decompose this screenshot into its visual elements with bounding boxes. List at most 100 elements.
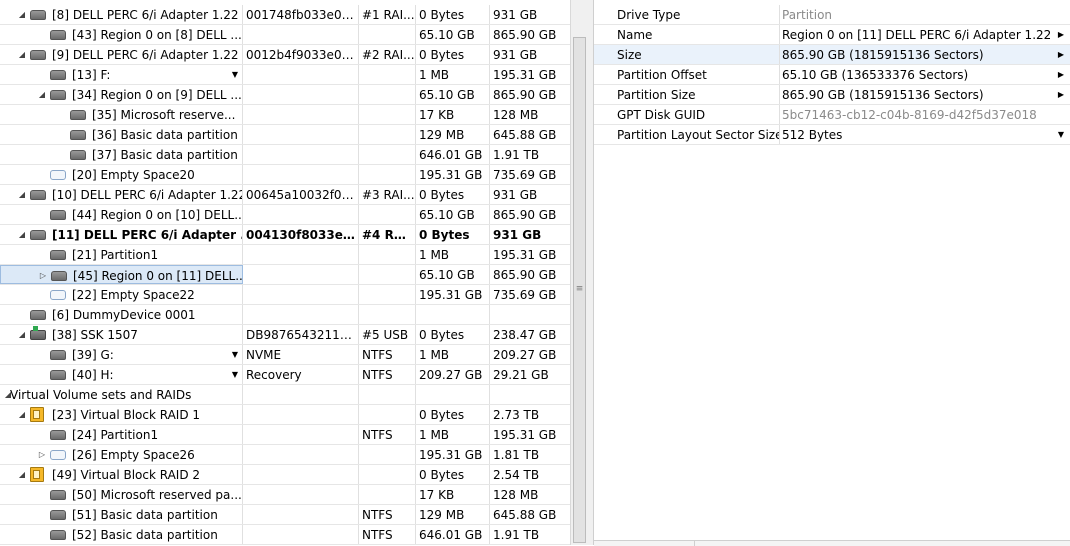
tree-row[interactable]: ◢ [10] DELL PERC 6/i Adapter 1.22 00645a10…	[0, 185, 570, 205]
tree-row-name-cell[interactable]: ◢ [34] Region 0 on [9] DELL ...	[0, 85, 243, 104]
tree-row-name-cell[interactable]: ◢ [38] SSK 1507	[0, 325, 243, 344]
tree-row[interactable]: [43] Region 0 on [8] DELL ... 65.10 GB 865…	[0, 25, 570, 45]
partition-icon	[70, 130, 86, 140]
tree-row-label: [22] Empty Space22	[72, 288, 195, 302]
tree-row-name-cell[interactable]: [43] Region 0 on [8] DELL ...	[0, 25, 243, 44]
tree-row[interactable]: ▷ [26] Empty Space26 195.31 GB 1.81 TB	[0, 445, 570, 465]
tree-row-name-cell[interactable]: [51] Basic data partition	[0, 505, 243, 524]
tree-row-name-cell[interactable]: [13] F: ▼	[0, 65, 243, 84]
collapse-arrow-icon[interactable]: ◢	[16, 405, 28, 424]
expand-arrow-icon[interactable]: ▶	[1058, 85, 1064, 104]
tree-row[interactable]: ◢ Virtual Volume sets and RAIDs	[0, 385, 570, 405]
property-value[interactable]: 865.90 GB (1815915136 Sectors)	[780, 45, 1050, 64]
dropdown-arrow-icon[interactable]: ▼	[1058, 125, 1064, 144]
tree-vertical-scrollbar[interactable]: ≡	[570, 0, 588, 545]
tree-row-label: [52] Basic data partition	[72, 528, 218, 542]
property-value[interactable]: Region 0 on [11] DELL PERC 6/i Adapter 1…	[780, 25, 1050, 44]
tree-row-name-cell[interactable]: ◢ [11] DELL PERC 6/i Adapter ...	[0, 225, 243, 244]
tree-row-fs-cell	[359, 305, 416, 324]
tree-row[interactable]: ◢ [34] Region 0 on [9] DELL ... 65.10 GB 86…	[0, 85, 570, 105]
tree-row[interactable]: [37] Basic data partition 646.01 GB 1.91 T…	[0, 145, 570, 165]
property-value[interactable]: 5bc71463-cb12-c04b-8169-d42f5d37e018	[780, 105, 1050, 124]
tree-row-name-cell[interactable]: [35] Microsoft reserve...	[0, 105, 243, 124]
tree-row[interactable]: [35] Microsoft reserve... 17 KB 128 MB	[0, 105, 570, 125]
tree-row-name-cell[interactable]: ◢ [10] DELL PERC 6/i Adapter 1.22	[0, 185, 243, 204]
tree-row[interactable]: [6] DummyDevice 0001	[0, 305, 570, 325]
collapse-arrow-icon[interactable]: ◢	[16, 225, 28, 244]
tree-row-name-cell[interactable]: [24] Partition1	[0, 425, 243, 444]
collapse-arrow-icon[interactable]: ◢	[16, 45, 28, 64]
property-row[interactable]: Name Region 0 on [11] DELL PERC 6/i Adapt…	[594, 25, 1070, 45]
tree-row[interactable]: [36] Basic data partition 129 MB 645.88 GB	[0, 125, 570, 145]
tree-row-name-cell[interactable]: [52] Basic data partition	[0, 525, 243, 544]
expand-arrow-icon[interactable]: ▷	[37, 266, 49, 283]
partition-icon	[50, 530, 66, 540]
tree-row-name-cell[interactable]: ◢ [23] Virtual Block RAID 1	[0, 405, 243, 424]
tree-row-id-cell	[243, 505, 359, 524]
tree-row-name-cell[interactable]: [36] Basic data partition	[0, 125, 243, 144]
tree-row[interactable]: [22] Empty Space22 195.31 GB 735.69 GB	[0, 285, 570, 305]
tree-row[interactable]: ◢ [9] DELL PERC 6/i Adapter 1.22 0012b4f90…	[0, 45, 570, 65]
tree-row[interactable]: [21] Partition1 1 MB 195.31 GB	[0, 245, 570, 265]
tree-row[interactable]: ◢ [11] DELL PERC 6/i Adapter ... 004130f80…	[0, 225, 570, 245]
tree-row-name-cell[interactable]: ◢ [49] Virtual Block RAID 2	[0, 465, 243, 484]
collapse-arrow-icon[interactable]: ◢	[16, 185, 28, 204]
property-value[interactable]: 865.90 GB (1815915136 Sectors)	[780, 85, 1050, 104]
property-row[interactable]: Partition Size 865.90 GB (1815915136 Sect…	[594, 85, 1070, 105]
tree-row[interactable]: ◢ [38] SSK 1507 DB98765432111ED #5 USB 0 Byt…	[0, 325, 570, 345]
tree-row[interactable]: ▷ [45] Region 0 on [11] DELL... 65.10 GB 86…	[0, 265, 570, 285]
scrollbar-thumb[interactable]: ≡	[573, 37, 586, 543]
tree-row[interactable]: [51] Basic data partition NTFS 129 MB 645.8…	[0, 505, 570, 525]
tree-row-name-cell[interactable]: [44] Region 0 on [10] DELL...	[0, 205, 243, 224]
tree-row-label: [40] H:	[72, 368, 114, 382]
expand-arrow-icon[interactable]: ▶	[1058, 25, 1064, 44]
tree-row[interactable]: ◢ [8] DELL PERC 6/i Adapter 1.22 001748fb0…	[0, 5, 570, 25]
tree-row[interactable]: ◢ [23] Virtual Block RAID 1 0 Bytes 2.73 TB	[0, 405, 570, 425]
property-row[interactable]: Partition Offset 65.10 GB (136533376 Sect…	[594, 65, 1070, 85]
tree-row-id-cell	[243, 485, 359, 504]
collapse-arrow-icon[interactable]: ◢	[16, 465, 28, 484]
tree-row-name-cell[interactable]: ▷ [26] Empty Space26	[0, 445, 243, 464]
tree-row[interactable]: [40] H: ▼ Recovery NTFS 209.27 GB 29.21 GB	[0, 365, 570, 385]
property-row[interactable]: Partition Layout Sector Size 512 Bytes ▼	[594, 125, 1070, 145]
expand-arrow-icon[interactable]: ▶	[1058, 65, 1064, 84]
tree-row-name-cell[interactable]: [20] Empty Space20	[0, 165, 243, 184]
collapse-arrow-icon[interactable]: ◢	[16, 325, 28, 344]
tree-row-name-cell[interactable]: [39] G: ▼	[0, 345, 243, 364]
tree-row-name-cell[interactable]: ◢ Virtual Volume sets and RAIDs	[0, 385, 243, 404]
dropdown-arrow-icon[interactable]: ▼	[232, 365, 238, 384]
tree-row-start-cell: 646.01 GB	[416, 145, 490, 164]
tree-row[interactable]: [20] Empty Space20 195.31 GB 735.69 GB	[0, 165, 570, 185]
tree-row[interactable]: ◢ [49] Virtual Block RAID 2 0 Bytes 2.54 TB	[0, 465, 570, 485]
tree-row[interactable]: [24] Partition1 NTFS 1 MB 195.31 GB	[0, 425, 570, 445]
property-value[interactable]: 65.10 GB (136533376 Sectors)	[780, 65, 1050, 84]
tree-row-name-cell[interactable]: [50] Microsoft reserved pa...	[0, 485, 243, 504]
tree-row-name-cell[interactable]: [37] Basic data partition	[0, 145, 243, 164]
tree-row-id-cell	[243, 205, 359, 224]
tree-row-name-cell[interactable]: ▷ [45] Region 0 on [11] DELL...	[0, 265, 243, 284]
property-value[interactable]: 512 Bytes	[780, 125, 1050, 144]
tree-row-name-cell[interactable]: ◢ [9] DELL PERC 6/i Adapter 1.22	[0, 45, 243, 64]
tree-row[interactable]: [52] Basic data partition NTFS 646.01 GB 1.…	[0, 525, 570, 545]
collapse-arrow-icon[interactable]: ◢	[36, 85, 48, 104]
tree-row-size-cell: 1.81 TB	[493, 448, 540, 462]
tree-row[interactable]: [39] G: ▼ NVME NTFS 1 MB 209.27 GB	[0, 345, 570, 365]
tree-row-id-cell	[243, 285, 359, 304]
tree-row-name-cell[interactable]: [40] H: ▼	[0, 365, 243, 384]
tree-row-name-cell[interactable]: [22] Empty Space22	[0, 285, 243, 304]
expand-arrow-icon[interactable]: ▶	[1058, 45, 1064, 64]
property-value[interactable]: Partition	[780, 5, 1050, 24]
tree-row[interactable]: [13] F: ▼ 1 MB 195.31 GB	[0, 65, 570, 85]
collapse-arrow-icon[interactable]: ◢	[16, 5, 28, 24]
tree-row-name-cell[interactable]: [21] Partition1	[0, 245, 243, 264]
property-row[interactable]: Drive Type Partition	[594, 5, 1070, 25]
property-row[interactable]: GPT Disk GUID 5bc71463-cb12-c04b-8169-d42…	[594, 105, 1070, 125]
expand-arrow-icon[interactable]: ▷	[36, 445, 48, 464]
property-row[interactable]: Size 865.90 GB (1815915136 Sectors) ▶	[594, 45, 1070, 65]
tree-row-name-cell[interactable]: ◢ [8] DELL PERC 6/i Adapter 1.22	[0, 5, 243, 24]
dropdown-arrow-icon[interactable]: ▼	[232, 65, 238, 84]
tree-row-name-cell[interactable]: [6] DummyDevice 0001	[0, 305, 243, 324]
tree-row[interactable]: [44] Region 0 on [10] DELL... 65.10 GB 865…	[0, 205, 570, 225]
dropdown-arrow-icon[interactable]: ▼	[232, 345, 238, 364]
tree-row[interactable]: [50] Microsoft reserved pa... 17 KB 128 MB	[0, 485, 570, 505]
